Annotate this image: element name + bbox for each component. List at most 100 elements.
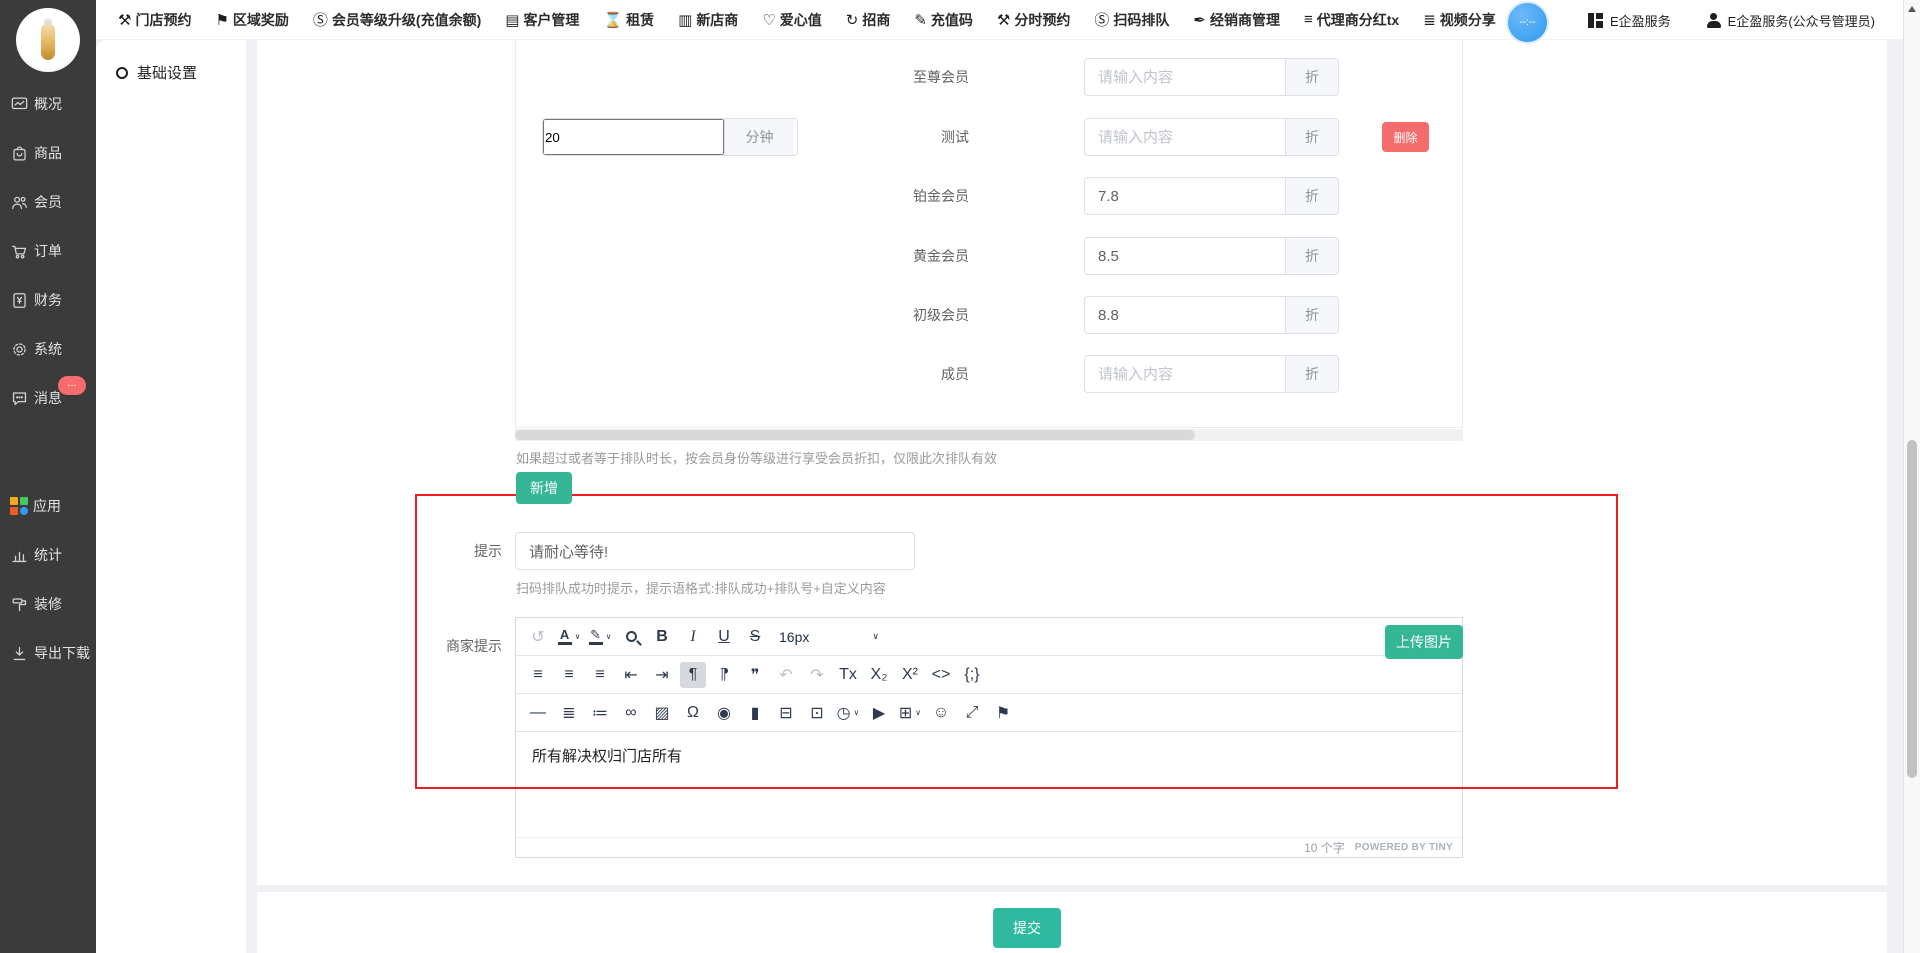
tip-input[interactable] — [515, 532, 915, 570]
print-icon[interactable]: ⊡ — [804, 700, 830, 726]
align-left-icon[interactable]: ≡ — [525, 662, 551, 688]
align-right-icon[interactable]: ≡ — [587, 662, 613, 688]
nav-item-leasing[interactable]: ⌛ 租赁 — [603, 10, 654, 30]
nav-item-recharge-code[interactable]: ✎ 充值码 — [914, 10, 973, 30]
align-center-icon[interactable]: ≡ — [556, 662, 582, 688]
nav-item-store-booking[interactable]: ⚒ 门店预约 — [118, 10, 191, 30]
menu-icon: ≡ — [1304, 11, 1313, 28]
yen-book-icon — [10, 291, 29, 310]
rtl-icon[interactable]: ¶ — [711, 662, 737, 688]
hammer-icon: ⚒ — [997, 11, 1010, 29]
sidebar-item-goods[interactable]: 商品 — [10, 142, 62, 164]
discount-unit: 折 — [1285, 297, 1338, 333]
nav-item-video-share[interactable]: ≣ 视频分享 — [1423, 10, 1496, 30]
horizontal-scrollbar[interactable] — [515, 429, 1463, 441]
redo-icon[interactable]: ↷ — [804, 662, 830, 688]
sidebar-item-system[interactable]: 系统 — [10, 338, 62, 360]
code-icon[interactable]: <> — [928, 662, 954, 688]
nav-item-love-value[interactable]: ♡ 爱心值 — [762, 10, 821, 30]
discount-input[interactable] — [1085, 178, 1285, 214]
image-icon[interactable]: ▨ — [649, 700, 675, 726]
ordered-list-icon[interactable]: ≔ — [587, 700, 613, 726]
sidebar-item-member[interactable]: 会员 — [10, 191, 62, 213]
sidebar-item-overview[interactable]: 概况 — [10, 93, 62, 115]
header-item-service[interactable]: E企盈服务 — [1588, 11, 1671, 30]
emoji-icon[interactable]: ☺ — [928, 700, 954, 726]
submit-button[interactable]: 提交 — [993, 908, 1061, 948]
table-icon[interactable]: ⊞∨ — [897, 700, 923, 726]
preview-icon[interactable]: ◉ — [711, 700, 737, 726]
floating-clock-widget[interactable]: --:-- — [1506, 1, 1549, 44]
sidebar-item-message[interactable]: 消息 — [10, 387, 62, 409]
strikethrough-icon[interactable]: S — [742, 624, 768, 650]
hr-icon[interactable]: — — [525, 700, 551, 726]
add-button[interactable]: 新增 — [516, 472, 572, 504]
scrollbar-up-arrow[interactable] — [1908, 6, 1916, 12]
undo-history-icon[interactable]: ↺ — [525, 624, 551, 650]
sidebar-item-deco[interactable]: 装修 — [10, 593, 62, 615]
member-level-label: 初级会员 — [516, 296, 969, 334]
nav-item-new-store[interactable]: ▥ 新店商 — [678, 10, 738, 30]
nav-item-investment[interactable]: ↻ 招商 — [846, 10, 891, 30]
horizontal-scrollbar-thumb[interactable] — [515, 430, 1195, 440]
sidebar-item-basic-settings[interactable]: 基础设置 — [96, 40, 246, 83]
nav-item-scan-queue[interactable]: Ⓢ 扫码排队 — [1094, 9, 1169, 30]
superscript-icon[interactable]: X² — [897, 662, 923, 688]
special-char-icon[interactable]: Ω — [680, 700, 706, 726]
fullscreen-icon[interactable]: ⤢ — [959, 700, 985, 726]
nav-item-customer-mgmt[interactable]: ▤ 客户管理 — [505, 10, 579, 30]
monitor-icon — [10, 95, 29, 114]
undo-icon[interactable]: ↶ — [773, 662, 799, 688]
outdent-icon[interactable]: ⇤ — [618, 662, 644, 688]
nav-item-dealer-mgmt[interactable]: ✒ 经销商管理 — [1193, 10, 1280, 30]
format-paint-icon[interactable]: ⚑ — [990, 700, 1016, 726]
text-color-icon[interactable]: A∨ — [556, 624, 582, 650]
sidebar-item-apps[interactable]: 应用 — [10, 495, 61, 517]
discount-input[interactable] — [1085, 356, 1285, 392]
scrollbar-thumb[interactable] — [1907, 440, 1917, 778]
discount-input[interactable] — [1085, 297, 1285, 333]
bold-icon[interactable]: B — [649, 624, 675, 650]
code-sample-icon[interactable]: {;} — [959, 662, 985, 688]
nav-item-label: 新店商 — [696, 10, 738, 30]
media-icon[interactable]: ▶ — [866, 700, 892, 726]
editor-content[interactable]: 所有解决权归门店所有 — [516, 732, 1462, 837]
discount-input[interactable] — [1085, 59, 1285, 95]
bookmark-icon[interactable]: ▮ — [742, 700, 768, 726]
insert-time-icon[interactable]: ◷∨ — [835, 700, 861, 726]
subscript-icon[interactable]: X₂ — [866, 662, 892, 688]
blockquote-icon[interactable]: ❞ — [742, 662, 768, 688]
delete-button[interactable]: 删除 — [1382, 122, 1429, 152]
italic-icon[interactable]: I — [680, 624, 706, 650]
rich-text-editor: ↺A∨✎∨BIUS16px∨ ≡≡≡⇤⇥¶¶❞↶↷TxX₂X²<>{;} —≣≔… — [515, 617, 1463, 858]
page-scrollbar[interactable] — [1903, 0, 1920, 953]
member-discount-row: 黄金会员 折 — [516, 237, 1462, 275]
highlight-color-icon[interactable]: ✎∨ — [587, 624, 613, 650]
sidebar-item-label: 应用 — [33, 496, 61, 516]
ltr-icon[interactable]: ¶ — [680, 662, 706, 688]
nav-item-agent-dividend[interactable]: ≡ 代理商分红tx — [1304, 10, 1399, 30]
search-icon[interactable] — [618, 624, 644, 650]
discount-input[interactable] — [1085, 238, 1285, 274]
avatar[interactable] — [16, 8, 80, 72]
sidebar-item-label: 统计 — [34, 545, 62, 565]
cart-icon — [10, 242, 29, 261]
nav-item-member-upgrade[interactable]: Ⓢ 会员等级升级(充值余额) — [313, 9, 481, 30]
header-item-service-admin[interactable]: E企盈服务(公众号管理员) — [1707, 11, 1875, 30]
page-break-icon[interactable]: ⊟ — [773, 700, 799, 726]
sidebar-item-stats[interactable]: 统计 — [10, 544, 62, 566]
clear-format-icon[interactable]: Tx — [835, 662, 861, 688]
sidebar-item-finance[interactable]: 财务 — [10, 289, 62, 311]
bullet-list-icon[interactable]: ≣ — [556, 700, 582, 726]
upload-image-button[interactable]: 上传图片 — [1385, 625, 1463, 659]
sidebar-item-order[interactable]: 订单 — [10, 240, 62, 262]
indent-icon[interactable]: ⇥ — [649, 662, 675, 688]
discount-input[interactable] — [1085, 119, 1285, 155]
underline-icon[interactable]: U — [711, 624, 737, 650]
nav-item-label: 招商 — [862, 10, 890, 30]
link-icon[interactable]: ∞ — [618, 700, 644, 726]
nav-item-area-reward[interactable]: ⚑ 区域奖励 — [215, 10, 288, 30]
font-size-select[interactable]: 16px∨ — [773, 624, 885, 650]
sidebar-item-export[interactable]: 导出下载 — [10, 642, 90, 664]
nav-item-time-booking[interactable]: ⚒ 分时预约 — [997, 10, 1070, 30]
